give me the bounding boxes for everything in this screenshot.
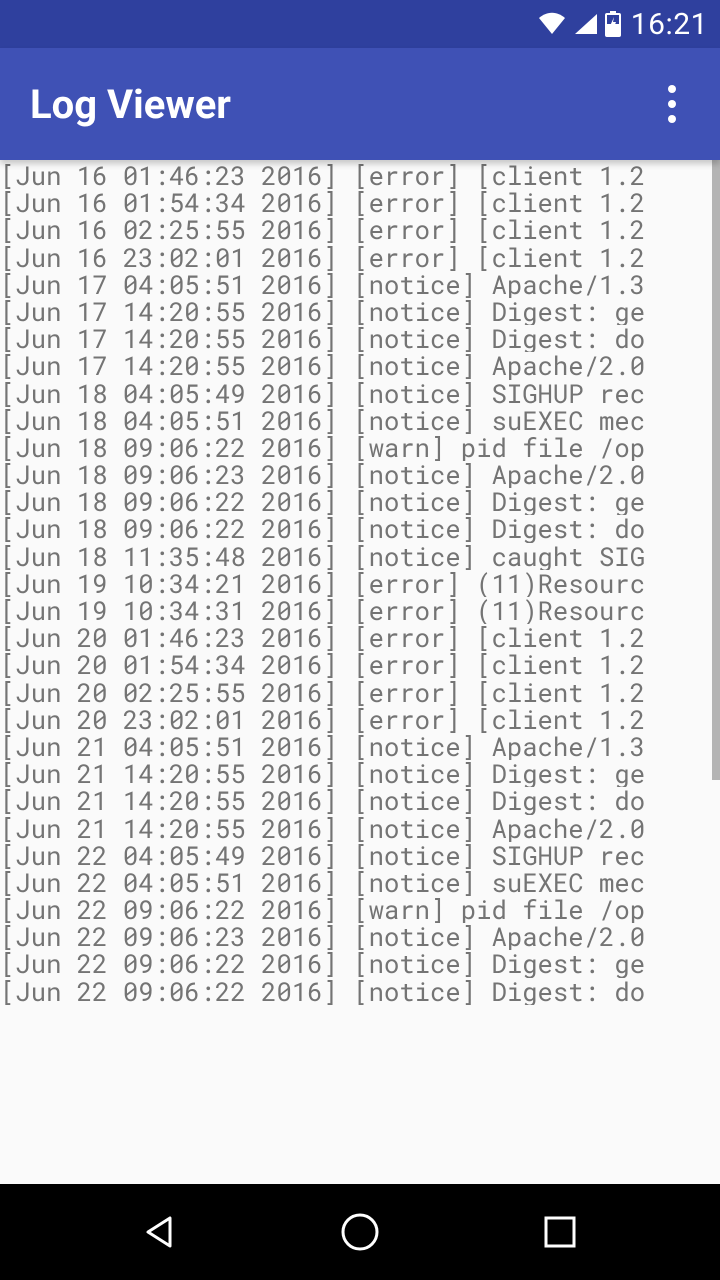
screen: 16:21 Log Viewer [Jun 16 01:46:23 2016] … xyxy=(0,0,720,1280)
home-circle-icon xyxy=(339,1211,381,1253)
log-line: [Jun 16 01:46:23 2016] [error] [client 1… xyxy=(0,162,720,189)
log-line: [Jun 22 09:06:22 2016] [notice] Digest: … xyxy=(0,950,720,977)
log-line: [Jun 17 04:05:51 2016] [notice] Apache/1… xyxy=(0,271,720,298)
log-line: [Jun 21 14:20:55 2016] [notice] Digest: … xyxy=(0,760,720,787)
log-line: [Jun 20 02:25:55 2016] [error] [client 1… xyxy=(0,679,720,706)
nav-home-button[interactable] xyxy=(300,1202,420,1262)
log-line: [Jun 18 09:06:22 2016] [warn] pid file /… xyxy=(0,434,720,461)
navigation-bar xyxy=(0,1184,720,1280)
back-triangle-icon xyxy=(140,1212,180,1252)
log-line: [Jun 21 14:20:55 2016] [notice] Apache/2… xyxy=(0,815,720,842)
log-line: [Jun 16 23:02:01 2016] [error] [client 1… xyxy=(0,244,720,271)
log-line: [Jun 18 09:06:22 2016] [notice] Digest: … xyxy=(0,515,720,542)
log-line: [Jun 22 04:05:49 2016] [notice] SIGHUP r… xyxy=(0,842,720,869)
log-line: [Jun 18 11:35:48 2016] [notice] caught S… xyxy=(0,543,720,570)
log-line: [Jun 21 04:05:51 2016] [notice] Apache/1… xyxy=(0,733,720,760)
log-line: [Jun 21 14:20:55 2016] [notice] Digest: … xyxy=(0,787,720,814)
status-bar: 16:21 xyxy=(0,0,720,48)
scrollbar-thumb[interactable] xyxy=(712,160,720,780)
log-scroll-area[interactable]: [Jun 16 01:46:23 2016] [error] [client 1… xyxy=(0,160,720,1184)
overflow-menu-button[interactable] xyxy=(648,80,696,128)
log-line: [Jun 22 09:06:22 2016] [warn] pid file /… xyxy=(0,896,720,923)
log-line: [Jun 19 10:34:21 2016] [error] (11)Resou… xyxy=(0,570,720,597)
log-line: [Jun 18 04:05:51 2016] [notice] suEXEC m… xyxy=(0,407,720,434)
log-line: [Jun 17 14:20:55 2016] [notice] Digest: … xyxy=(0,298,720,325)
log-line: [Jun 20 23:02:01 2016] [error] [client 1… xyxy=(0,706,720,733)
log-line: [Jun 17 14:20:55 2016] [notice] Apache/2… xyxy=(0,352,720,379)
status-clock: 16:21 xyxy=(631,7,708,42)
more-vert-icon xyxy=(668,85,676,123)
log-line: [Jun 22 04:05:51 2016] [notice] suEXEC m… xyxy=(0,869,720,896)
wifi-icon xyxy=(537,12,567,36)
app-title: Log Viewer xyxy=(30,81,231,128)
log-line: [Jun 18 04:05:49 2016] [notice] SIGHUP r… xyxy=(0,380,720,407)
log-line: [Jun 18 09:06:23 2016] [notice] Apache/2… xyxy=(0,461,720,488)
cell-signal-icon xyxy=(573,12,599,36)
log-line: [Jun 17 14:20:55 2016] [notice] Digest: … xyxy=(0,325,720,352)
log-line: [Jun 20 01:54:34 2016] [error] [client 1… xyxy=(0,651,720,678)
log-line: [Jun 18 09:06:22 2016] [notice] Digest: … xyxy=(0,488,720,515)
log-line: [Jun 16 02:25:55 2016] [error] [client 1… xyxy=(0,216,720,243)
recent-square-icon xyxy=(542,1214,578,1250)
log-line: [Jun 16 01:54:34 2016] [error] [client 1… xyxy=(0,189,720,216)
log-lines: [Jun 16 01:46:23 2016] [error] [client 1… xyxy=(0,160,720,1005)
log-line: [Jun 22 09:06:23 2016] [notice] Apache/2… xyxy=(0,923,720,950)
log-line: [Jun 20 01:46:23 2016] [error] [client 1… xyxy=(0,624,720,651)
battery-charging-icon xyxy=(605,11,621,37)
log-line: [Jun 19 10:34:31 2016] [error] (11)Resou… xyxy=(0,597,720,624)
app-bar: Log Viewer xyxy=(0,48,720,160)
nav-back-button[interactable] xyxy=(100,1202,220,1262)
log-line: [Jun 22 09:06:22 2016] [notice] Digest: … xyxy=(0,978,720,1005)
nav-recent-button[interactable] xyxy=(500,1202,620,1262)
